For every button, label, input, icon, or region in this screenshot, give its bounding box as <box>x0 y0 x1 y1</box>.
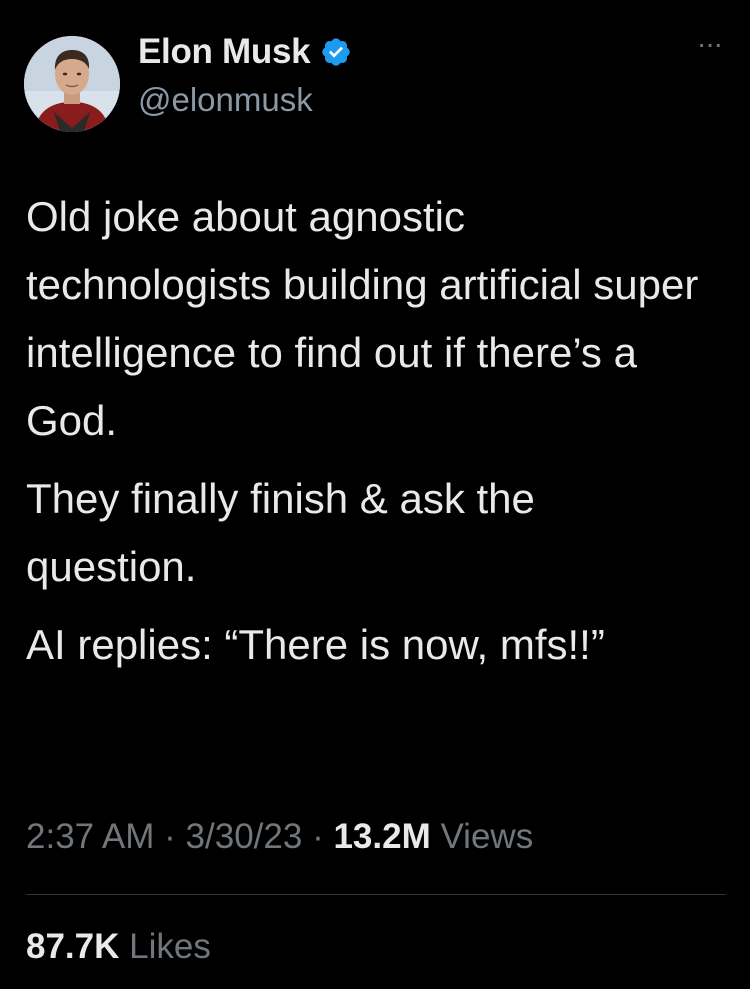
views-count: 13.2M <box>333 817 431 856</box>
avatar[interactable] <box>24 36 120 132</box>
tweet-paragraph: AI replies: “There is now, mfs!!” <box>26 621 605 668</box>
divider <box>26 894 726 895</box>
tweet-paragraph: Old joke about agnostic technologists bu… <box>26 193 699 444</box>
tweet-date[interactable]: 3/30/23 <box>186 817 303 856</box>
meta-separator: · <box>312 817 324 856</box>
avatar-image <box>24 36 120 132</box>
tweet-paragraph: They finally finish & ask the question. <box>26 475 535 590</box>
author-handle[interactable]: @elonmusk <box>138 81 313 119</box>
tweet-text: Old joke about agnostic technologists bu… <box>26 183 716 689</box>
verified-badge-icon <box>322 38 350 66</box>
more-options-icon[interactable]: ··· <box>697 30 723 58</box>
author-name-row[interactable]: Elon Musk <box>138 31 352 73</box>
likes-count: 87.7K <box>26 927 120 966</box>
likes-label: Likes <box>129 927 211 966</box>
likes-stat[interactable]: 87.7K Likes <box>26 927 211 967</box>
tweet-meta: 2:37 AM · 3/30/23 · 13.2M Views <box>26 817 533 857</box>
tweet-time[interactable]: 2:37 AM <box>26 817 154 856</box>
tweet-card: Elon Musk @elonmusk ··· Old joke about a… <box>0 0 750 989</box>
author-display-name[interactable]: Elon Musk <box>138 32 311 72</box>
meta-separator: · <box>164 817 176 856</box>
views-label: Views <box>440 817 534 856</box>
